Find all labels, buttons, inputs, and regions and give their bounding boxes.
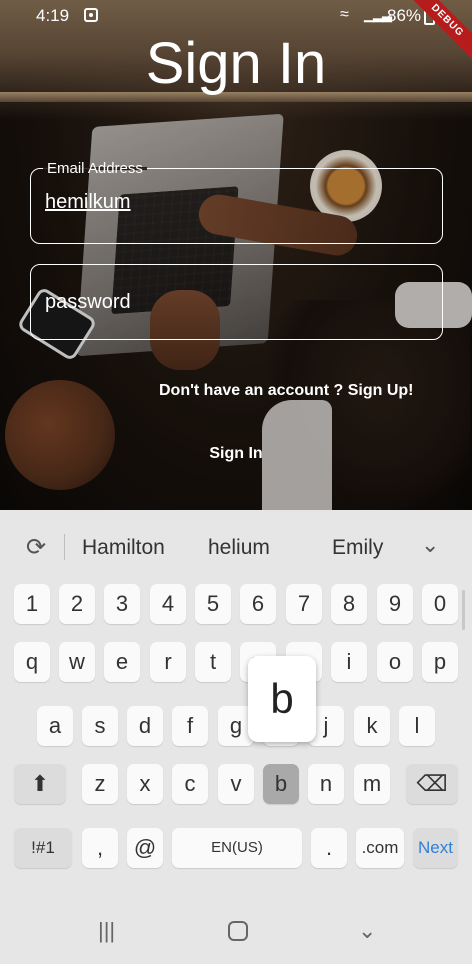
notification-icon: [84, 8, 98, 22]
key-d[interactable]: d: [127, 706, 163, 746]
symbols-key[interactable]: !#1: [14, 828, 72, 868]
status-time: 4:19: [36, 6, 70, 25]
sign-in-button[interactable]: Sign In: [200, 442, 272, 466]
suggestion-1[interactable]: Hamilton: [82, 536, 165, 560]
backspace-icon: ⌫: [416, 771, 448, 796]
key-4[interactable]: 4: [150, 584, 186, 624]
key-a[interactable]: a: [37, 706, 73, 746]
shift-key[interactable]: ⬆: [14, 764, 66, 804]
comma-key[interactable]: ,: [82, 828, 118, 868]
key-m[interactable]: m: [354, 764, 390, 804]
backspace-key[interactable]: ⌫: [406, 764, 458, 804]
status-bar: 4:19 ≈ ▁▂▃ 86%: [0, 0, 472, 32]
key-b[interactable]: b: [263, 764, 299, 804]
period-key[interactable]: .: [311, 828, 347, 868]
space-key[interactable]: EN(US): [172, 828, 302, 868]
chevron-down-icon[interactable]: ⌄: [421, 532, 439, 558]
key-8[interactable]: 8: [331, 584, 367, 624]
key-i[interactable]: i: [331, 642, 367, 682]
key-0[interactable]: 0: [422, 584, 458, 624]
suggestion-bar: ⟳ Hamilton helium Emily ⌄: [0, 510, 472, 584]
navigation-bar: ||| ⌄: [0, 900, 472, 964]
email-field[interactable]: Email Address hemilkum: [30, 160, 443, 244]
key-7[interactable]: 7: [286, 584, 322, 624]
shift-icon: ⬆: [30, 771, 50, 796]
at-key[interactable]: @: [127, 828, 163, 868]
home-icon[interactable]: [228, 921, 248, 941]
key-w[interactable]: w: [59, 642, 95, 682]
key-5[interactable]: 5: [195, 584, 231, 624]
key-c[interactable]: c: [172, 764, 208, 804]
key-v[interactable]: v: [218, 764, 254, 804]
key-x[interactable]: x: [127, 764, 163, 804]
password-field[interactable]: password: [30, 264, 443, 340]
battery-percent: 86%: [387, 6, 422, 25]
email-field-value[interactable]: hemilkum: [45, 191, 131, 214]
key-e[interactable]: e: [104, 642, 140, 682]
key-k[interactable]: k: [354, 706, 390, 746]
key-9[interactable]: 9: [377, 584, 413, 624]
soft-keyboard: ⟳ Hamilton helium Emily ⌄ 1 2 3 4 5 6 7 …: [0, 510, 472, 964]
key-n[interactable]: n: [308, 764, 344, 804]
key-r[interactable]: r: [150, 642, 186, 682]
key-o[interactable]: o: [377, 642, 413, 682]
key-preview-popup: b: [248, 656, 316, 742]
page-title: Sign In: [145, 31, 327, 96]
email-field-label: Email Address: [43, 160, 147, 177]
suggestion-divider: [64, 534, 65, 560]
key-z[interactable]: z: [82, 764, 118, 804]
key-s[interactable]: s: [82, 706, 118, 746]
refresh-icon[interactable]: ⟳: [22, 534, 50, 562]
next-key[interactable]: Next: [413, 828, 458, 868]
key-l[interactable]: l: [399, 706, 435, 746]
suggestion-3[interactable]: Emily: [332, 536, 383, 560]
suggestion-2[interactable]: helium: [208, 536, 270, 560]
key-3[interactable]: 3: [104, 584, 140, 624]
key-6[interactable]: 6: [240, 584, 276, 624]
key-2[interactable]: 2: [59, 584, 95, 624]
keyboard-scroll-indicator: [462, 590, 465, 630]
key-f[interactable]: f: [172, 706, 208, 746]
key-t[interactable]: t: [195, 642, 231, 682]
key-1[interactable]: 1: [14, 584, 50, 624]
recent-apps-icon[interactable]: |||: [98, 918, 115, 944]
dotcom-key[interactable]: .com: [356, 828, 404, 868]
signup-link[interactable]: Don't have an account ? Sign Up!: [159, 382, 413, 400]
wifi-icon: ≈: [340, 6, 349, 23]
back-icon[interactable]: ⌄: [358, 918, 376, 944]
key-q[interactable]: q: [14, 642, 50, 682]
key-p[interactable]: p: [422, 642, 458, 682]
password-field-placeholder: password: [45, 291, 131, 313]
